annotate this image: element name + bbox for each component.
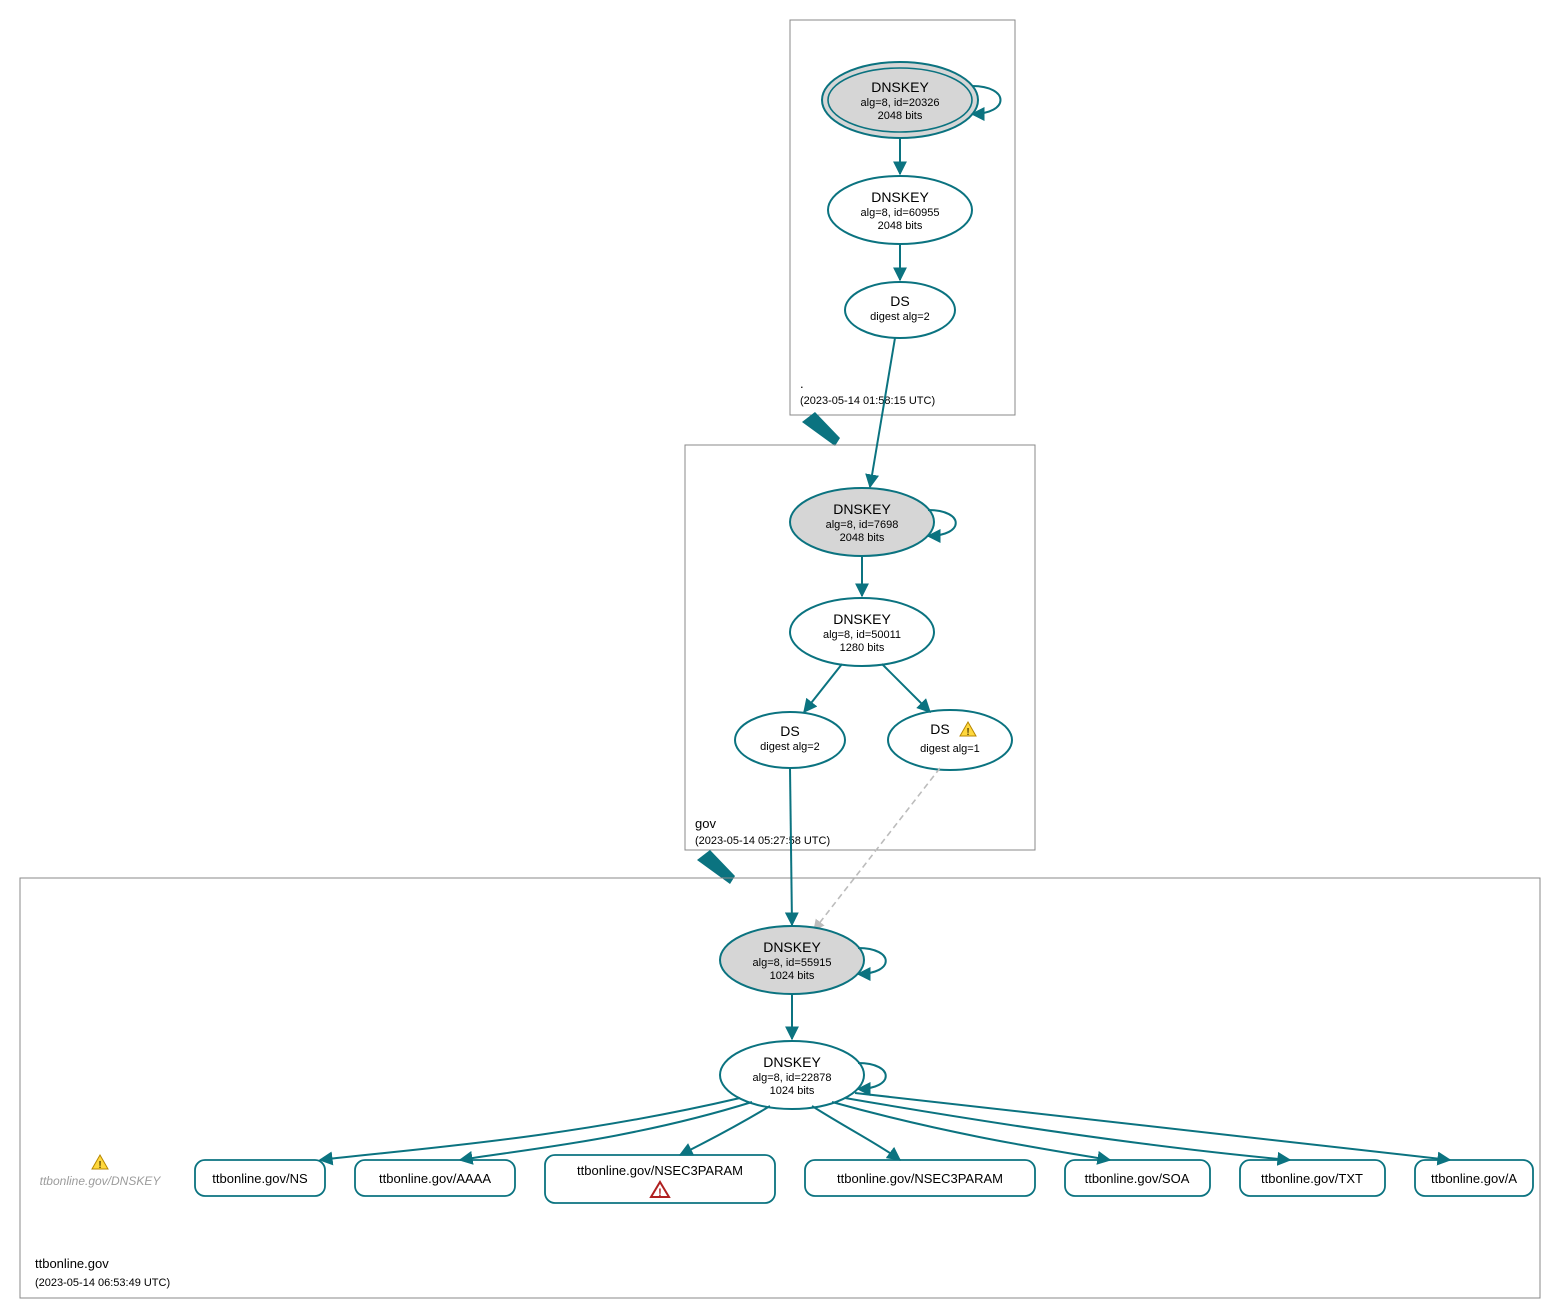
- zone-root-name: .: [800, 376, 804, 391]
- node-title: DNSKEY: [833, 501, 891, 517]
- node-label: ttbonline.gov/DNSKEY: [40, 1174, 162, 1188]
- node-gov-zsk[interactable]: DNSKEY alg=8, id=50011 1280 bits: [790, 598, 934, 666]
- edge: [790, 768, 792, 925]
- node-gov-ds2[interactable]: DS digest alg=1 !: [888, 710, 1012, 770]
- node-title: DNSKEY: [871, 189, 929, 205]
- node-gov-ksk[interactable]: DNSKEY alg=8, id=7698 2048 bits: [790, 488, 934, 556]
- node-line3: 2048 bits: [878, 110, 923, 122]
- node-ttb-ksk[interactable]: DNSKEY alg=8, id=55915 1024 bits: [720, 926, 864, 994]
- node-label: ttbonline.gov/NSEC3PARAM: [577, 1163, 743, 1178]
- node-line2: alg=8, id=55915: [753, 957, 832, 969]
- svg-text:!: !: [98, 1160, 101, 1171]
- edge: [812, 1106, 900, 1160]
- zone-ttbonline-name: ttbonline.gov: [35, 1256, 109, 1271]
- node-line2: alg=8, id=60955: [861, 207, 940, 219]
- node-root-ds[interactable]: DS digest alg=2: [845, 282, 955, 338]
- edge: [460, 1102, 752, 1160]
- node-title: DNSKEY: [833, 611, 891, 627]
- node-label: ttbonline.gov/TXT: [1261, 1171, 1363, 1186]
- rr-soa[interactable]: ttbonline.gov/SOA: [1065, 1160, 1210, 1196]
- node-line3: 1280 bits: [840, 642, 885, 654]
- node-title: DS: [780, 723, 799, 739]
- edge-dashed: [814, 768, 940, 930]
- node-line2: alg=8, id=22878: [753, 1072, 832, 1084]
- zone-root-timestamp: (2023-05-14 01:58:15 UTC): [800, 395, 935, 407]
- node-root-zsk[interactable]: DNSKEY alg=8, id=60955 2048 bits: [828, 176, 972, 244]
- rr-nsec3param-a[interactable]: ttbonline.gov/NSEC3PARAM !: [545, 1155, 775, 1203]
- node-line3: 2048 bits: [878, 220, 923, 232]
- zone-gov-name: gov: [695, 816, 716, 831]
- node-line2: alg=8, id=7698: [826, 519, 899, 531]
- node-label: ttbonline.gov/SOA: [1085, 1171, 1190, 1186]
- node-line2: alg=8, id=50011: [823, 629, 901, 641]
- edge: [832, 1102, 1110, 1160]
- edge: [804, 664, 842, 712]
- rr-aaaa[interactable]: ttbonline.gov/AAAA: [355, 1160, 515, 1196]
- node-label: ttbonline.gov/NS: [212, 1171, 308, 1186]
- edge: [882, 664, 930, 712]
- warning-icon: !: [92, 1155, 108, 1171]
- node-label: ttbonline.gov/AAAA: [379, 1171, 491, 1186]
- node-title: DNSKEY: [763, 939, 821, 955]
- node-line2: alg=8, id=20326: [861, 97, 940, 109]
- node-label: ttbonline.gov/A: [1431, 1171, 1517, 1186]
- edge: [845, 1098, 1290, 1160]
- node-title: DS: [890, 293, 909, 309]
- rr-nsec3param-b[interactable]: ttbonline.gov/NSEC3PARAM: [805, 1160, 1035, 1196]
- node-ttb-dnskey-grey[interactable]: ! ttbonline.gov/DNSKEY: [40, 1155, 162, 1188]
- svg-text:!: !: [966, 727, 969, 738]
- node-title: DNSKEY: [871, 79, 929, 95]
- node-title: DNSKEY: [763, 1054, 821, 1070]
- svg-text:!: !: [658, 1187, 662, 1199]
- rr-ns[interactable]: ttbonline.gov/NS: [195, 1160, 325, 1196]
- node-gov-ds1[interactable]: DS digest alg=2: [735, 712, 845, 768]
- cluster-arrow-icon: [802, 412, 840, 446]
- node-title: DS: [930, 721, 949, 737]
- node-line2: digest alg=1: [920, 743, 980, 755]
- node-ttb-zsk[interactable]: DNSKEY alg=8, id=22878 1024 bits: [720, 1041, 864, 1109]
- node-line3: 1024 bits: [770, 970, 815, 982]
- zone-ttbonline-timestamp: (2023-05-14 06:53:49 UTC): [35, 1277, 170, 1289]
- node-line3: 1024 bits: [770, 1085, 815, 1097]
- node-line2: digest alg=2: [760, 741, 820, 753]
- node-label: ttbonline.gov/NSEC3PARAM: [837, 1171, 1003, 1186]
- rr-txt[interactable]: ttbonline.gov/TXT: [1240, 1160, 1385, 1196]
- node-line2: digest alg=2: [870, 311, 930, 323]
- edge: [855, 1093, 1450, 1160]
- edge: [680, 1106, 770, 1155]
- node-root-ksk[interactable]: DNSKEY alg=8, id=20326 2048 bits: [822, 62, 978, 138]
- node-line3: 2048 bits: [840, 532, 885, 544]
- edge: [870, 338, 895, 487]
- rr-a[interactable]: ttbonline.gov/A: [1415, 1160, 1533, 1196]
- zone-gov-timestamp: (2023-05-14 05:27:58 UTC): [695, 835, 830, 847]
- cluster-arrow-icon: [697, 850, 735, 884]
